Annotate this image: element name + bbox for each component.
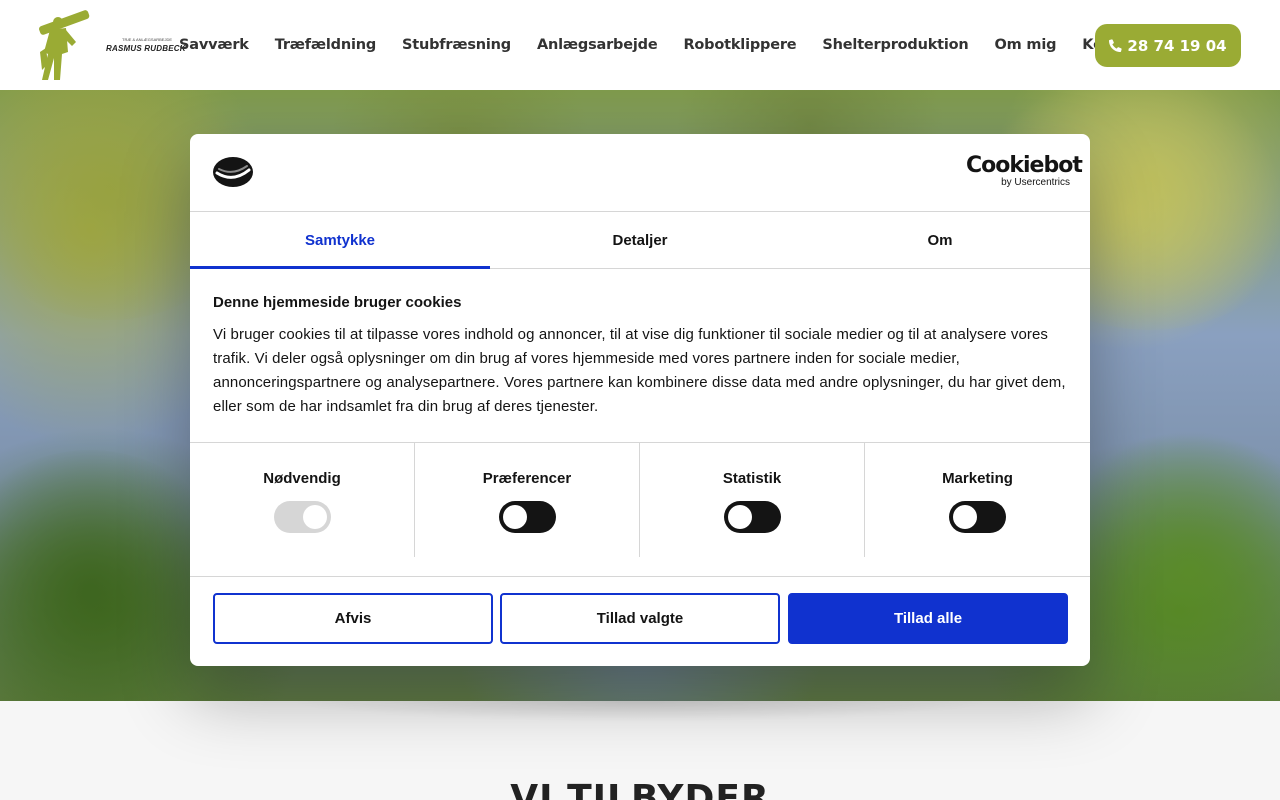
- category-necessary: Nødvendig: [190, 443, 415, 557]
- main-nav: Savværk Træfældning Stubfræsning Anlægsa…: [166, 0, 1158, 90]
- dialog-tabs: Samtykke Detaljer Om: [190, 212, 1090, 269]
- phone-number: 28 74 19 04: [1127, 36, 1227, 55]
- consent-categories: Nødvendig Præferencer Statistik Marketin…: [190, 442, 1090, 557]
- category-label: Marketing: [942, 470, 1013, 487]
- category-label: Præferencer: [482, 470, 572, 487]
- cookiebot-icon: [213, 157, 253, 187]
- category-label: Statistik: [722, 470, 782, 487]
- category-preferences: Præferencer: [415, 443, 640, 557]
- cookie-consent-dialog: Cookiebot by Usercentrics Samtykke Detal…: [190, 134, 1090, 666]
- cookiebot-brand[interactable]: Cookiebot by Usercentrics: [966, 153, 1083, 189]
- category-label: Nødvendig: [263, 470, 341, 487]
- deny-button[interactable]: Afvis: [213, 593, 493, 644]
- site-logo[interactable]: TRÆ & ANLÆGSARBEJDE RASMUS RUDBECK: [36, 8, 186, 82]
- site-header: TRÆ & ANLÆGSARBEJDE RASMUS RUDBECK Savvæ…: [0, 0, 1280, 90]
- phone-icon: [1109, 39, 1123, 52]
- cookiebot-subtitle: by Usercentrics: [1001, 177, 1070, 188]
- nav-item-om-mig[interactable]: Om mig: [982, 37, 1070, 53]
- dialog-header: Cookiebot by Usercentrics: [190, 134, 1090, 212]
- nav-item-traefaeldning[interactable]: Træfældning: [262, 37, 389, 53]
- necessary-toggle: [273, 501, 331, 533]
- category-statistics: Statistik: [640, 443, 865, 557]
- section-shadow: [150, 701, 1130, 741]
- section-title: VI TILBYDER: [510, 778, 770, 800]
- statistics-toggle[interactable]: [723, 501, 781, 533]
- nav-item-robotklippere[interactable]: Robotklippere: [670, 37, 809, 53]
- dialog-body: Vi bruger cookies til at tilpasse vores …: [213, 326, 1066, 415]
- dialog-footer: Afvis Tillad valgte Tillad alle: [190, 576, 1090, 666]
- tab-detaljer[interactable]: Detaljer: [490, 212, 790, 268]
- nav-item-stubfraesning[interactable]: Stubfræsning: [389, 37, 524, 53]
- allow-all-button[interactable]: Tillad alle: [788, 593, 1068, 644]
- category-marketing: Marketing: [865, 443, 1090, 557]
- cookiebot-wordmark: Cookiebot: [966, 153, 1083, 178]
- marketing-toggle[interactable]: [949, 501, 1006, 533]
- tab-om[interactable]: Om: [790, 212, 1090, 268]
- dialog-title: Denne hjemmeside bruger cookies: [213, 294, 462, 311]
- nav-item-anlaegsarbejde[interactable]: Anlægsarbejde: [524, 37, 670, 53]
- allow-selected-button[interactable]: Tillad valgte: [500, 593, 780, 644]
- nav-item-shelterproduktion[interactable]: Shelterproduktion: [809, 37, 981, 53]
- dialog-content: Denne hjemmeside bruger cookies Vi bruge…: [213, 294, 1068, 419]
- phone-button[interactable]: 28 74 19 04: [1095, 24, 1241, 67]
- preferences-toggle[interactable]: [498, 501, 556, 533]
- logo-tagline: TRÆ & ANLÆGSARBEJDE: [122, 37, 173, 42]
- nav-item-savvaerk[interactable]: Savværk: [166, 37, 262, 53]
- tab-samtykke[interactable]: Samtykke: [190, 212, 490, 269]
